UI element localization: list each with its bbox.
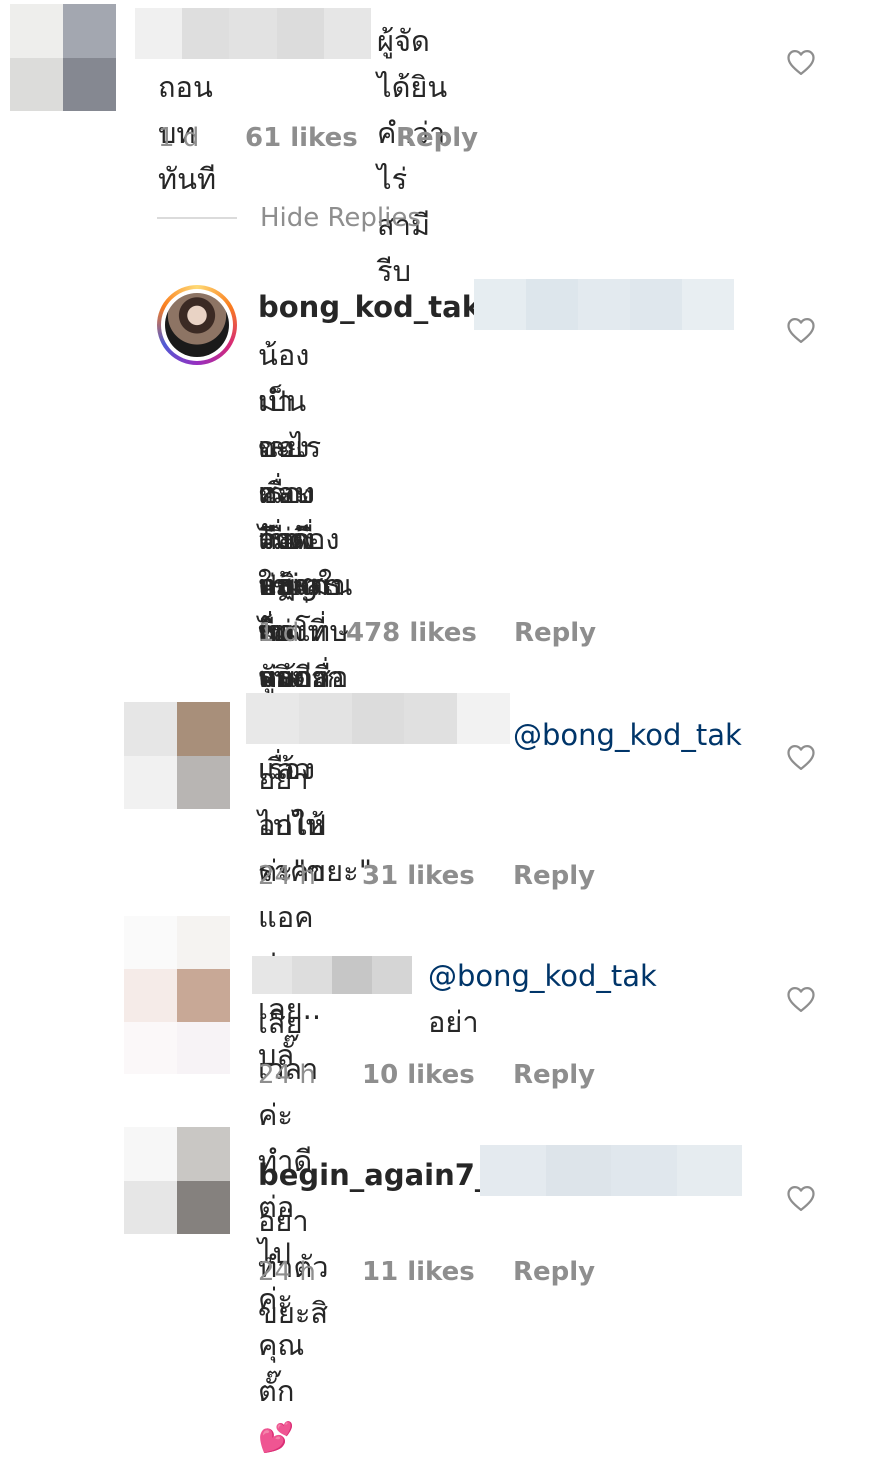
avatar-block [177, 1127, 230, 1181]
avatar[interactable] [124, 1127, 230, 1234]
avatar-block [124, 916, 177, 969]
comment-username[interactable]: bong_kod_tak [258, 284, 481, 330]
comment-meta: 24 h 31 likes Reply [258, 858, 595, 894]
comment-line: @bong_kod_tak อย่า [428, 953, 657, 1045]
avatar-ring-inner [161, 289, 233, 361]
avatar-block [177, 969, 230, 1022]
avatar-block [124, 1181, 177, 1234]
blurred-username [474, 279, 734, 330]
comment-text: อย่า [428, 1005, 479, 1039]
likes-count[interactable]: 61 likes [245, 123, 396, 153]
avatar[interactable] [10, 4, 116, 111]
comment-meta: 1 d 61 likes Reply [158, 120, 478, 156]
avatar[interactable] [157, 285, 237, 365]
comment-meta: 24 h 11 likes Reply [258, 1254, 595, 1290]
comment-time: 24 h [258, 1060, 316, 1090]
comment-meta: 24 h 10 likes Reply [258, 1057, 595, 1093]
heart-outline-icon[interactable] [786, 1184, 816, 1212]
hide-replies-divider [157, 217, 237, 219]
avatar-block [124, 1022, 177, 1074]
reply-button[interactable]: Reply [396, 123, 478, 153]
comment-time: 1 d [158, 123, 200, 153]
mention-link[interactable]: @bong_kod_tak [513, 712, 742, 758]
avatar-block [177, 756, 230, 809]
avatar[interactable] [124, 916, 230, 1074]
avatar-photo [165, 293, 229, 357]
likes-count[interactable]: 478 likes [346, 618, 514, 648]
blurred-username [135, 8, 371, 59]
avatar-block [63, 4, 116, 58]
likes-count[interactable]: 10 likes [362, 1060, 513, 1090]
reply-button[interactable]: Reply [513, 1060, 595, 1090]
avatar[interactable] [124, 702, 230, 809]
comment-text: ผู้จัดได้ยินคำว่าไร่สามี รีบ [377, 24, 448, 288]
reply-button[interactable]: Reply [513, 1257, 595, 1287]
blurred-username [480, 1145, 742, 1196]
comment-time: 1 d [258, 618, 300, 648]
avatar-block [10, 4, 63, 58]
likes-count[interactable]: 31 likes [362, 861, 513, 891]
avatar-block [177, 1022, 230, 1074]
heart-outline-icon[interactable] [786, 985, 816, 1013]
mention-link[interactable]: @bong_kod_tak [428, 959, 657, 993]
hide-replies-button[interactable]: Hide Replies [260, 203, 421, 233]
avatar-block [177, 916, 230, 969]
heart-outline-icon[interactable] [786, 743, 816, 771]
heart-outline-icon[interactable] [786, 316, 816, 344]
blurred-username [252, 956, 412, 994]
avatar-block [124, 756, 177, 809]
avatar-block [124, 1127, 177, 1181]
comment-time: 24 h [258, 861, 316, 891]
avatar-block [10, 58, 63, 111]
avatar-block [177, 702, 230, 756]
avatar-block [124, 969, 177, 1022]
blurred-username [246, 693, 510, 744]
reply-button[interactable]: Reply [514, 618, 596, 648]
reply-button[interactable]: Reply [513, 861, 595, 891]
comment-username[interactable]: begin_again7_ [258, 1152, 489, 1198]
heart-outline-icon[interactable] [786, 48, 816, 76]
comment-time: 24 h [258, 1257, 316, 1287]
comment-meta: 1 d 478 likes Reply [258, 615, 596, 651]
likes-count[interactable]: 11 likes [362, 1257, 513, 1287]
avatar-block [177, 1181, 230, 1234]
avatar-block [63, 58, 116, 111]
avatar-block [124, 702, 177, 756]
